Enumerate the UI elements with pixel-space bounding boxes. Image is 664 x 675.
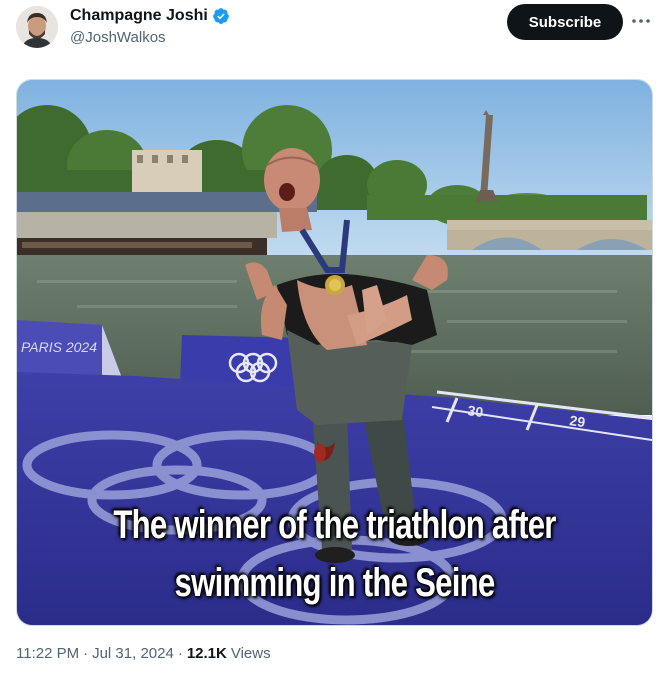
tweet-date[interactable]: Jul 31, 2024 bbox=[92, 645, 174, 662]
more-horizontal-icon[interactable] bbox=[628, 10, 654, 32]
caption-line-2: swimming in the Seine bbox=[174, 561, 496, 605]
author-name-row[interactable]: Champagne Joshi bbox=[70, 7, 230, 25]
tweet-meta: 11:22 PM · Jul 31, 2024 · 12.1K Views bbox=[16, 645, 271, 662]
caption-line-1: The winner of the triathlon after bbox=[113, 503, 556, 547]
bridge bbox=[447, 220, 652, 250]
meta-separator: · bbox=[177, 645, 183, 662]
author-display-name[interactable]: Champagne Joshi bbox=[70, 7, 208, 25]
subscribe-button[interactable]: Subscribe bbox=[507, 4, 623, 40]
tweet-time[interactable]: 11:22 PM bbox=[16, 645, 79, 662]
author-handle[interactable]: @JoshWalkos bbox=[70, 29, 166, 46]
avatar[interactable] bbox=[16, 6, 58, 48]
lane-number: 29 bbox=[569, 412, 587, 430]
lane-number: 30 bbox=[467, 402, 485, 420]
banner-text: PARIS 2024 bbox=[21, 339, 97, 355]
views-count[interactable]: 12.1K bbox=[187, 645, 227, 662]
tweet-media[interactable]: PARIS 2024 30 29 The winner of the triat… bbox=[16, 79, 653, 626]
tweet-header: Champagne Joshi @JoshWalkos Subscribe bbox=[0, 0, 664, 70]
meta-separator: · bbox=[83, 645, 89, 662]
avatar-image bbox=[16, 6, 58, 48]
views-label[interactable]: Views bbox=[231, 645, 271, 662]
verified-badge-icon bbox=[212, 7, 230, 25]
